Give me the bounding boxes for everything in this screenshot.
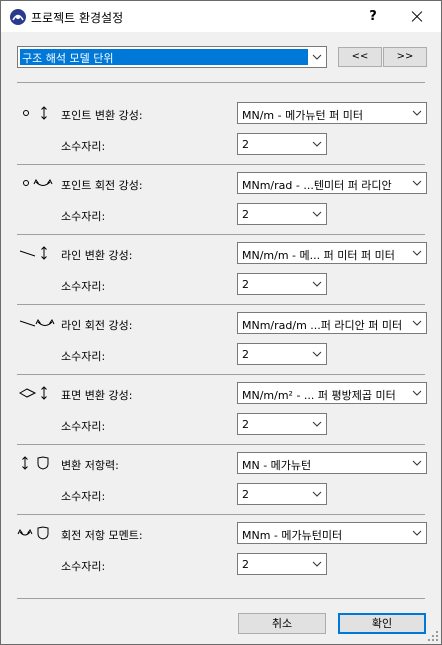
line-translation-stiffness-label: 라인 변환 강성: [61,249,133,262]
separator [17,514,425,515]
decimals-label: 소수자리: [61,490,106,503]
rotation-resistance-icon [17,526,49,540]
separator [17,234,425,235]
previous-page-button[interactable]: << [338,47,382,67]
chevron-down-icon [412,320,422,326]
separator [17,164,425,165]
chevron-down-icon [412,110,422,116]
ok-button[interactable]: 확인 [338,613,426,634]
line-rotation-icon [19,319,55,327]
line-rotation-stiffness-label: 라인 회전 강성: [61,319,133,332]
archicad-app-icon [10,9,26,25]
surface-translation-icon [19,386,47,400]
page-selector-value: 구조 해석 모델 단위 [20,49,308,65]
chevron-down-icon [312,211,322,217]
point-rotation-decimals-dropdown[interactable]: 2 [237,203,327,225]
chevron-down-icon [312,141,322,147]
point-translation-icon [23,106,47,120]
window-title: 프로젝트 환경설정 [31,11,124,25]
point-translation-decimals-dropdown[interactable]: 2 [237,133,327,155]
rotation-resistance-unit-dropdown[interactable]: MNm - 메가뉴턴미터 [237,522,427,544]
chevron-down-icon [412,530,422,536]
help-button[interactable]: ? [361,5,385,29]
translation-resistance-label: 변환 저항력: [61,459,119,472]
cancel-button[interactable]: 취소 [238,613,326,634]
decimals-label: 소수자리: [61,280,106,293]
separator [17,82,425,83]
line-translation-icon [19,246,47,260]
surface-translation-decimals-dropdown[interactable]: 2 [237,413,327,435]
decimals-label: 소수자리: [61,560,106,573]
decimals-value: 2 [242,558,249,571]
resize-grip-icon[interactable] [428,631,438,641]
line-translation-decimals-dropdown[interactable]: 2 [237,273,327,295]
chevron-down-icon [312,281,322,287]
title-bar: 프로젝트 환경설정 ? [1,1,441,32]
translation-resistance-icon [22,456,49,470]
point-rotation-unit-dropdown[interactable]: MNm/rad - ...텐미터 퍼 라디안 [237,172,427,194]
point-rotation-unit-value: MNm/rad - ...텐미터 퍼 라디안 [242,179,392,192]
line-rotation-unit-dropdown[interactable]: MNm/rad/m ...퍼 라디안 퍼 미터 [237,312,427,334]
chevron-down-icon [312,561,322,567]
decimals-label: 소수자리: [61,350,106,363]
surface-translation-unit-value: MN/m/m² - ... 퍼 평방제곱 미터 [242,389,396,402]
chevron-down-icon [412,460,422,466]
translation-resistance-unit-dropdown[interactable]: MN - 메가뉴턴 [237,452,427,474]
line-translation-unit-value: MN/m/m - 메... 퍼 미터 퍼 미터 [242,249,395,262]
separator [17,374,425,375]
decimals-label: 소수자리: [61,140,106,153]
decimals-value: 2 [242,208,249,221]
decimals-value: 2 [242,488,249,501]
rotation-resistance-moment-label: 회전 저항 모멘트: [61,529,143,542]
separator [17,304,425,305]
separator [17,444,425,445]
decimals-label: 소수자리: [61,420,106,433]
close-icon[interactable] [405,5,429,29]
decimals-label: 소수자리: [61,210,106,223]
rotation-resistance-decimals-dropdown[interactable]: 2 [237,553,327,575]
point-translation-stiffness-label: 포인트 변환 강성: [61,109,143,122]
separator [17,598,425,599]
rotation-resistance-unit-value: MNm - 메가뉴턴미터 [242,529,343,542]
line-rotation-unit-value: MNm/rad/m ...퍼 라디안 퍼 미터 [242,319,403,332]
point-rotation-stiffness-label: 포인트 회전 강성: [61,179,143,192]
translation-resistance-decimals-dropdown[interactable]: 2 [237,483,327,505]
chevron-down-icon [312,421,322,427]
translation-resistance-unit-value: MN - 메가뉴턴 [242,459,312,472]
chevron-down-icon [312,491,322,497]
point-translation-unit-dropdown[interactable]: MN/m - 메가뉴턴 퍼 미터 [237,102,427,124]
chevron-down-icon [412,390,422,396]
chevron-down-icon [412,250,422,256]
decimals-value: 2 [242,138,249,151]
chevron-down-icon [412,180,422,186]
chevron-down-icon [312,54,322,60]
point-rotation-icon [23,179,53,186]
line-translation-unit-dropdown[interactable]: MN/m/m - 메... 퍼 미터 퍼 미터 [237,242,427,264]
page-selector-dropdown[interactable]: 구조 해석 모델 단위 [17,46,327,68]
decimals-value: 2 [242,348,249,361]
decimals-value: 2 [242,278,249,291]
chevron-down-icon [312,351,322,357]
preferences-dialog: 프로젝트 환경설정 ? 구조 해석 모델 단위 << >> 포인트 변환 강성:… [0,0,442,645]
decimals-value: 2 [242,418,249,431]
next-page-button[interactable]: >> [383,47,427,67]
surface-translation-unit-dropdown[interactable]: MN/m/m² - ... 퍼 평방제곱 미터 [237,382,427,404]
point-translation-unit-value: MN/m - 메가뉴턴 퍼 미터 [242,109,363,122]
surface-translation-stiffness-label: 표면 변환 강성: [61,389,133,402]
line-rotation-decimals-dropdown[interactable]: 2 [237,343,327,365]
